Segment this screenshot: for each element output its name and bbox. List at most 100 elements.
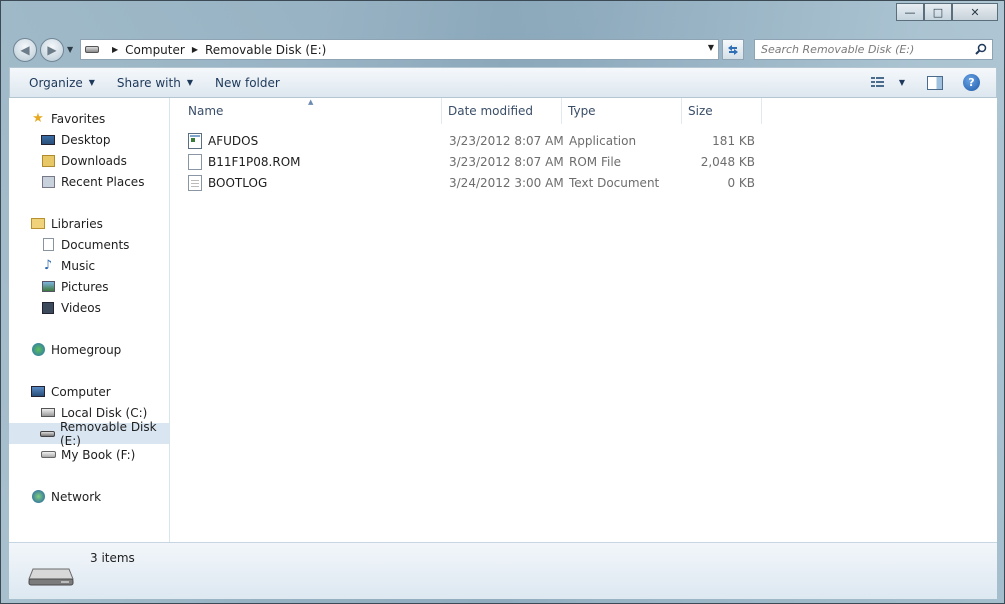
nav-homegroup[interactable]: Homegroup xyxy=(9,339,169,360)
file-size: 2,048 KB xyxy=(700,154,755,169)
local-disk-icon xyxy=(40,405,56,421)
nav-label: Recent Places xyxy=(61,174,145,189)
command-bar: Organize ▼ Share with ▼ New folder ▼ ? xyxy=(9,67,997,98)
column-label: Type xyxy=(568,104,596,118)
search-icon[interactable] xyxy=(975,43,987,55)
file-name: AFUDOS xyxy=(208,133,259,148)
star-icon: ★ xyxy=(32,111,44,126)
breadcrumb-removable-disk[interactable]: Removable Disk (E:) xyxy=(205,43,326,57)
back-button[interactable]: ◀ xyxy=(13,38,37,62)
nav-label: Desktop xyxy=(61,132,111,147)
nav-label: Libraries xyxy=(51,216,103,231)
recent-places-icon xyxy=(40,174,56,190)
file-type: ROM File xyxy=(569,154,622,169)
new-folder-button[interactable]: New folder xyxy=(203,68,290,97)
address-bar[interactable]: ▶ Computer ▶ Removable Disk (E:) ▼ xyxy=(80,39,719,60)
column-label: Size xyxy=(688,104,713,118)
videos-icon xyxy=(40,300,56,316)
file-row[interactable]: B11F1P08.ROM 3/23/2012 8:07 AM ROM File … xyxy=(170,151,770,172)
nav-network[interactable]: Network xyxy=(9,486,169,507)
file-icon xyxy=(188,153,202,170)
nav-label: Computer xyxy=(51,384,111,399)
close-button[interactable]: ✕ xyxy=(952,3,998,21)
forward-button[interactable]: ▶ xyxy=(40,38,64,62)
application-icon xyxy=(188,132,202,149)
maximize-button[interactable]: □ xyxy=(924,3,952,21)
file-name: BOOTLOG xyxy=(208,175,268,190)
details-pane: 3 items xyxy=(9,542,997,599)
file-name-cell: BOOTLOG xyxy=(188,172,267,193)
column-label: Name xyxy=(188,104,224,118)
organize-label: Organize xyxy=(29,75,83,90)
column-headers: Name ▲ Date modified Type Size xyxy=(170,98,997,124)
file-size: 181 KB xyxy=(712,133,755,148)
breadcrumb-separator[interactable]: ▶ xyxy=(192,45,198,54)
search-box[interactable] xyxy=(754,39,993,60)
nav-computer[interactable]: Computer xyxy=(9,381,169,402)
nav-label: Network xyxy=(51,489,102,504)
computer-icon xyxy=(30,384,46,400)
nav-label: Videos xyxy=(61,300,101,315)
nav-recent-places[interactable]: Recent Places xyxy=(9,171,169,192)
column-header-size[interactable]: Size xyxy=(682,98,762,124)
share-with-label: Share with xyxy=(116,75,181,90)
file-type: Text Document xyxy=(569,175,660,190)
pictures-icon xyxy=(40,279,56,295)
file-date: 3/24/2012 3:00 AM xyxy=(449,175,564,190)
removable-disk-icon xyxy=(28,568,74,586)
chevron-down-icon: ▼ xyxy=(186,78,193,87)
file-row[interactable]: AFUDOS 3/23/2012 8:07 AM Application 181… xyxy=(170,130,770,151)
nav-pictures[interactable]: Pictures xyxy=(9,276,169,297)
libraries-icon xyxy=(30,216,46,232)
file-row[interactable]: BOOTLOG 3/24/2012 3:00 AM Text Document … xyxy=(170,172,770,193)
nav-label: My Book (F:) xyxy=(61,447,136,462)
music-icon: ♪ xyxy=(43,258,53,273)
recent-pages-dropdown[interactable]: ▼ xyxy=(67,45,73,54)
removable-disk-icon xyxy=(40,426,55,442)
column-label: Date modified xyxy=(448,104,534,118)
homegroup-icon xyxy=(30,342,46,358)
view-controls: ▼ ? xyxy=(870,68,996,97)
breadcrumb-separator[interactable]: ▶ xyxy=(112,45,118,54)
refresh-icon xyxy=(728,44,738,55)
nav-label: Local Disk (C:) xyxy=(61,405,148,420)
documents-icon xyxy=(40,237,56,253)
help-icon[interactable]: ? xyxy=(963,74,980,91)
change-view-icon[interactable] xyxy=(870,76,885,89)
address-dropdown-icon[interactable]: ▼ xyxy=(708,43,714,52)
file-name: B11F1P08.ROM xyxy=(208,154,301,169)
nav-documents[interactable]: Documents xyxy=(9,234,169,255)
explorer-window: — □ ✕ ◀ ▶ ▼ ▶ Computer ▶ Removable Disk … xyxy=(0,0,1005,604)
breadcrumb-computer[interactable]: Computer xyxy=(125,43,185,57)
nav-desktop[interactable]: Desktop xyxy=(9,129,169,150)
nav-label: Documents xyxy=(61,237,130,252)
nav-libraries[interactable]: Libraries xyxy=(9,213,169,234)
file-type: Application xyxy=(569,133,637,148)
minimize-button[interactable]: — xyxy=(896,3,924,21)
file-size: 0 KB xyxy=(727,175,755,190)
nav-downloads[interactable]: Downloads xyxy=(9,150,169,171)
nav-music[interactable]: ♪ Music xyxy=(9,255,169,276)
nav-favorites[interactable]: ★ Favorites xyxy=(9,108,169,129)
refresh-button[interactable] xyxy=(722,39,744,60)
column-header-type[interactable]: Type xyxy=(562,98,682,124)
nav-label: Homegroup xyxy=(51,342,122,357)
nav-videos[interactable]: Videos xyxy=(9,297,169,318)
item-count: 3 items xyxy=(90,551,135,565)
nav-removable-disk-e[interactable]: Removable Disk (E:) xyxy=(9,420,169,448)
sort-ascending-icon: ▲ xyxy=(308,98,314,106)
nav-label: Favorites xyxy=(51,111,106,126)
desktop-icon xyxy=(40,132,56,148)
nav-label: Music xyxy=(61,258,96,273)
text-document-icon xyxy=(188,174,202,191)
chevron-down-icon: ▼ xyxy=(88,78,95,87)
file-name-cell: B11F1P08.ROM xyxy=(188,151,301,172)
file-date: 3/23/2012 8:07 AM xyxy=(449,133,564,148)
column-header-date-modified[interactable]: Date modified xyxy=(442,98,562,124)
search-input[interactable] xyxy=(761,43,961,56)
preview-pane-icon[interactable] xyxy=(927,75,943,90)
share-with-button[interactable]: Share with ▼ xyxy=(105,68,203,97)
organize-button[interactable]: Organize ▼ xyxy=(10,68,105,97)
more-views-dropdown[interactable]: ▼ xyxy=(899,78,905,87)
file-list: Name ▲ Date modified Type Size AFUDOS 3/… xyxy=(170,98,997,542)
